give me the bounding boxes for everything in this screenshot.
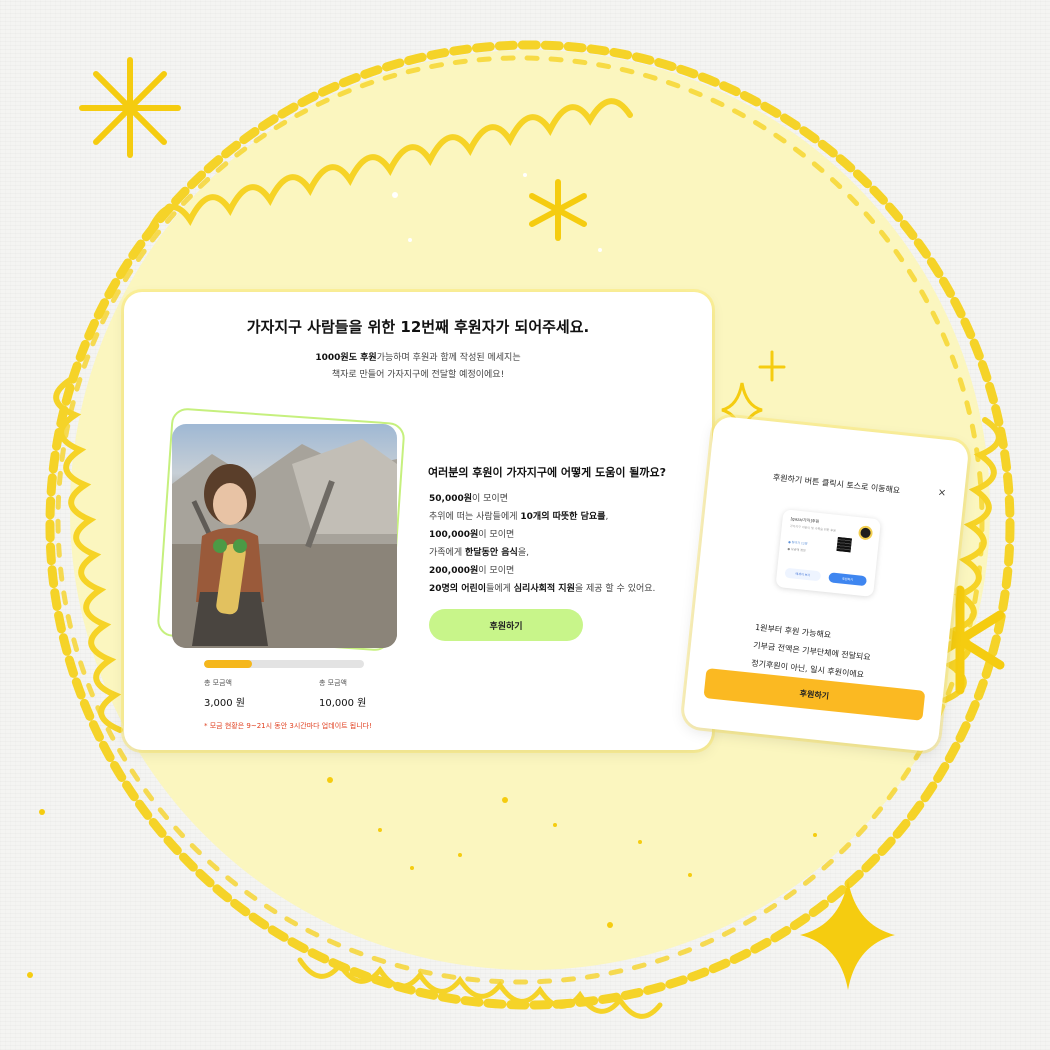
line-d-pre: 가족에게 (429, 548, 465, 558)
preview-donate-button: 후원하기 (828, 572, 868, 587)
subtitle-bold: 1000원도 후원 (315, 353, 377, 363)
update-note: * 모금 현황은 9~21시 동안 3시간마다 업데이트 됩니다! (204, 722, 372, 730)
line-a-rest: 이 모이면 (472, 494, 508, 504)
line-b-pre: 추위에 떠는 사람들에게 (429, 512, 521, 522)
stat-left-label: 총 모금액 (204, 679, 232, 687)
stat-right-label: 총 모금액 (319, 679, 347, 687)
subtitle-line2: 책자로 만들어 가자지구에 전달할 예정이에요! (331, 370, 505, 380)
preview-message-button: 메세지 보기 (784, 567, 822, 582)
redacted-block (836, 536, 852, 553)
line-f-bold2: 심리사회적 지원 (513, 584, 575, 594)
plus-icon (758, 350, 786, 382)
preview-row2: ● 모금액 정보 (787, 546, 806, 553)
line-b-bold: 10개의 따뜻한 담요를 (520, 512, 606, 522)
line-e-rest: 이 모이면 (478, 566, 515, 576)
preview-sub: 가자지구 어린이 및 가족을 위한 후원 (789, 523, 837, 533)
page-title: 가자지구 사람들을 위한 12번째 후원자가 되어주세요. (246, 318, 590, 336)
big-star-icon (800, 880, 895, 990)
line-c-rest: 이 모이면 (478, 530, 515, 540)
stat-left: 총 모금액 3,000 원 (204, 678, 245, 709)
line-f-mid: 들에게 (486, 584, 514, 594)
line-d-post: 을, (517, 548, 529, 558)
stat-right: 총 모금액 10,000 원 (319, 678, 366, 709)
donate-button[interactable]: 후원하기 (429, 609, 583, 641)
line-f-bold1: 20명의 어린이 (429, 584, 487, 594)
close-icon[interactable]: × (937, 487, 946, 499)
help-title: 여러분의 후원이 가자지구에 어떻게 도움이 될까요? (428, 466, 667, 479)
line-b-post: , (605, 512, 609, 522)
asterisk-icon (529, 179, 587, 241)
line-d-bold: 한달동안 음식 (464, 548, 518, 558)
help-lines: 50,000원이 모이면 추위에 떠는 사람들에게 10개의 따뜻한 담요를, … (429, 490, 655, 598)
popup-title: 후원하기 버튼 클릭시 토스로 이동해요 (772, 472, 901, 496)
toss-popup-card: 후원하기 버튼 클릭시 토스로 이동해요 × [gaza/가자]후원 가자지구 … (682, 415, 970, 753)
starburst-icon (79, 57, 181, 158)
avatar (857, 525, 874, 541)
child-photo (172, 424, 397, 648)
progress-bar (204, 660, 364, 668)
line-a-bold: 50,000원 (429, 494, 473, 504)
main-card: 가자지구 사람들을 위한 12번째 후원자가 되어주세요. 1000원도 후원가… (124, 292, 712, 750)
stat-left-value: 3,000 원 (204, 698, 246, 709)
progress-fill (204, 660, 252, 668)
toss-preview-card: [gaza/가자]후원 가자지구 어린이 및 가족을 위한 후원 ● 참여자 1… (775, 509, 882, 597)
subtitle: 1000원도 후원가능하며 후원과 함께 작성된 메세지는 책자로 만들어 가자… (124, 350, 712, 384)
preview-row1: ● 참여자 12명 (787, 539, 808, 546)
line-e-bold: 200,000원 (429, 566, 479, 576)
stat-right-value: 10,000 원 (319, 698, 367, 709)
line-c-bold: 100,000원 (429, 530, 479, 540)
line-f-post: 을 제공 할 수 있어요. (574, 584, 656, 594)
subtitle-rest: 가능하며 후원과 함께 작성된 메세지는 (376, 353, 521, 363)
